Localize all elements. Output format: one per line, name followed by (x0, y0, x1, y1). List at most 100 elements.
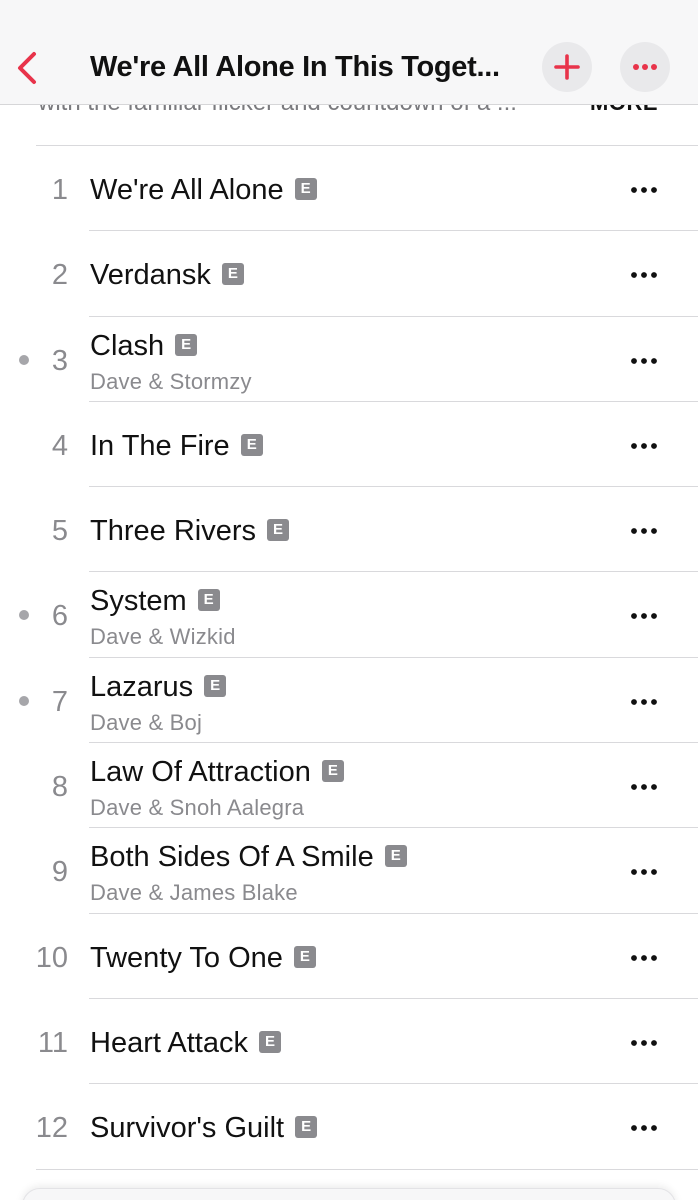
track-artist: Dave & James Blake (90, 880, 298, 906)
track-artist: Dave & Stormzy (90, 368, 252, 394)
track-title-group: We're All Alone E (90, 173, 317, 207)
track-title-group: Lazarus E (90, 670, 227, 704)
explicit-badge-icon: E (294, 178, 317, 200)
track-title: In The Fire (90, 429, 230, 462)
track-row[interactable]: 9 Both Sides Of A Smile E Dave & James B… (0, 828, 698, 914)
track-more-button[interactable] (620, 940, 668, 976)
track-number: 12 (35, 1112, 68, 1145)
popular-dot-icon (19, 610, 29, 621)
track-number: 9 (51, 856, 68, 889)
ellipsis-icon (631, 442, 657, 449)
track-number: 1 (51, 174, 68, 206)
ellipsis-icon (631, 784, 657, 790)
track-title: Twenty To One (90, 941, 283, 974)
ellipsis-icon (631, 528, 657, 535)
track-title: Law Of Attraction (90, 756, 311, 789)
track-artist: Dave & Boj (90, 709, 203, 735)
track-list: 1 We're All Alone E 2 Verdansk E 3 Clash… (0, 146, 698, 1170)
track-artist: Dave & Wizkid (90, 624, 236, 650)
track-number: 10 (35, 941, 68, 974)
track-more-button[interactable] (620, 257, 668, 293)
track-title-group: Three Rivers E (90, 514, 289, 548)
plus-icon (554, 54, 580, 80)
track-title-group: Heart Attack E (90, 1026, 281, 1060)
track-title: We're All Alone (90, 174, 284, 206)
track-more-button[interactable] (620, 172, 668, 208)
ellipsis-icon (633, 64, 657, 70)
ellipsis-icon (631, 187, 657, 193)
track-title: System (90, 585, 187, 618)
track-title: Both Sides Of A Smile (90, 841, 374, 874)
track-row[interactable]: 4 In The Fire E (0, 402, 698, 488)
track-row[interactable]: 6 System E Dave & Wizkid (0, 572, 698, 658)
track-more-button[interactable] (620, 854, 668, 890)
track-title: Three Rivers (90, 515, 256, 548)
track-row[interactable]: 12 Survivor's Guilt E (0, 1084, 698, 1170)
track-title-group: Survivor's Guilt E (90, 1111, 318, 1145)
ellipsis-icon (631, 1040, 657, 1046)
track-number: 5 (51, 515, 68, 548)
track-row[interactable]: 5 Three Rivers E (0, 487, 698, 573)
explicit-badge-icon: E (321, 760, 344, 783)
track-row[interactable]: 11 Heart Attack E (0, 999, 698, 1085)
explicit-badge-icon: E (293, 945, 316, 968)
ellipsis-icon (631, 1125, 657, 1132)
track-number: 2 (51, 259, 68, 292)
track-row[interactable]: 1 We're All Alone E (0, 146, 698, 232)
more-options-button[interactable] (620, 42, 670, 92)
track-artist: Dave & Snoh Aalegra (90, 795, 305, 821)
mini-player[interactable] (22, 1188, 676, 1200)
chevron-left-icon (18, 52, 36, 84)
popular-dot-icon (19, 695, 29, 706)
track-title: Verdansk (90, 259, 211, 292)
track-number: 6 (51, 600, 68, 633)
track-more-button[interactable] (620, 343, 668, 379)
track-number: 7 (51, 685, 68, 718)
explicit-badge-icon: E (267, 519, 289, 542)
track-more-button[interactable] (620, 1025, 668, 1061)
explicit-badge-icon: E (204, 674, 227, 697)
ellipsis-icon (631, 698, 657, 705)
ellipsis-icon (631, 613, 657, 620)
explicit-badge-icon: E (197, 589, 220, 612)
track-row[interactable]: 3 Clash E Dave & Stormzy (0, 317, 698, 402)
track-title-group: Both Sides Of A Smile E (90, 840, 407, 874)
track-title: Lazarus (90, 670, 194, 703)
ellipsis-icon (631, 272, 657, 279)
track-title-group: Clash E (90, 329, 198, 363)
track-more-button[interactable] (620, 513, 668, 549)
page-title: We're All Alone In This Toget... (90, 51, 500, 83)
track-title-group: Law Of Attraction E (90, 755, 344, 789)
track-title: Heart Attack (90, 1026, 248, 1059)
track-more-button[interactable] (620, 769, 668, 805)
explicit-badge-icon: E (240, 433, 263, 456)
track-title-group: Verdansk E (90, 258, 244, 292)
track-row[interactable]: 2 Verdansk E (0, 231, 698, 317)
track-title: Survivor's Guilt (90, 1112, 285, 1145)
ellipsis-icon (631, 869, 657, 876)
track-number: 11 (37, 1026, 68, 1059)
ellipsis-icon (631, 954, 657, 961)
track-number: 3 (51, 344, 68, 377)
row-divider (36, 1168, 698, 1170)
track-more-button[interactable] (620, 1110, 668, 1146)
add-button[interactable] (542, 42, 592, 92)
track-more-button[interactable] (620, 684, 668, 720)
track-number: 8 (51, 771, 68, 804)
album-page: with the familiar flicker and countdown … (0, 0, 698, 1200)
track-more-button[interactable] (620, 428, 668, 464)
popular-dot-icon (19, 354, 29, 365)
back-button[interactable] (6, 44, 50, 88)
track-title-group: System E (90, 584, 220, 618)
track-more-button[interactable] (620, 598, 668, 634)
track-title: Clash (90, 329, 165, 362)
track-row[interactable]: 7 Lazarus E Dave & Boj (0, 658, 698, 744)
explicit-badge-icon: E (175, 333, 198, 356)
track-row[interactable]: 10 Twenty To One E (0, 914, 698, 999)
explicit-badge-icon: E (295, 1116, 318, 1139)
ellipsis-icon (631, 357, 657, 364)
track-row[interactable]: 8 Law Of Attraction E Dave & Snoh Aalegr… (0, 743, 698, 829)
explicit-badge-icon: E (221, 263, 244, 286)
explicit-badge-icon: E (384, 845, 407, 868)
track-title-group: Twenty To One E (90, 941, 316, 975)
